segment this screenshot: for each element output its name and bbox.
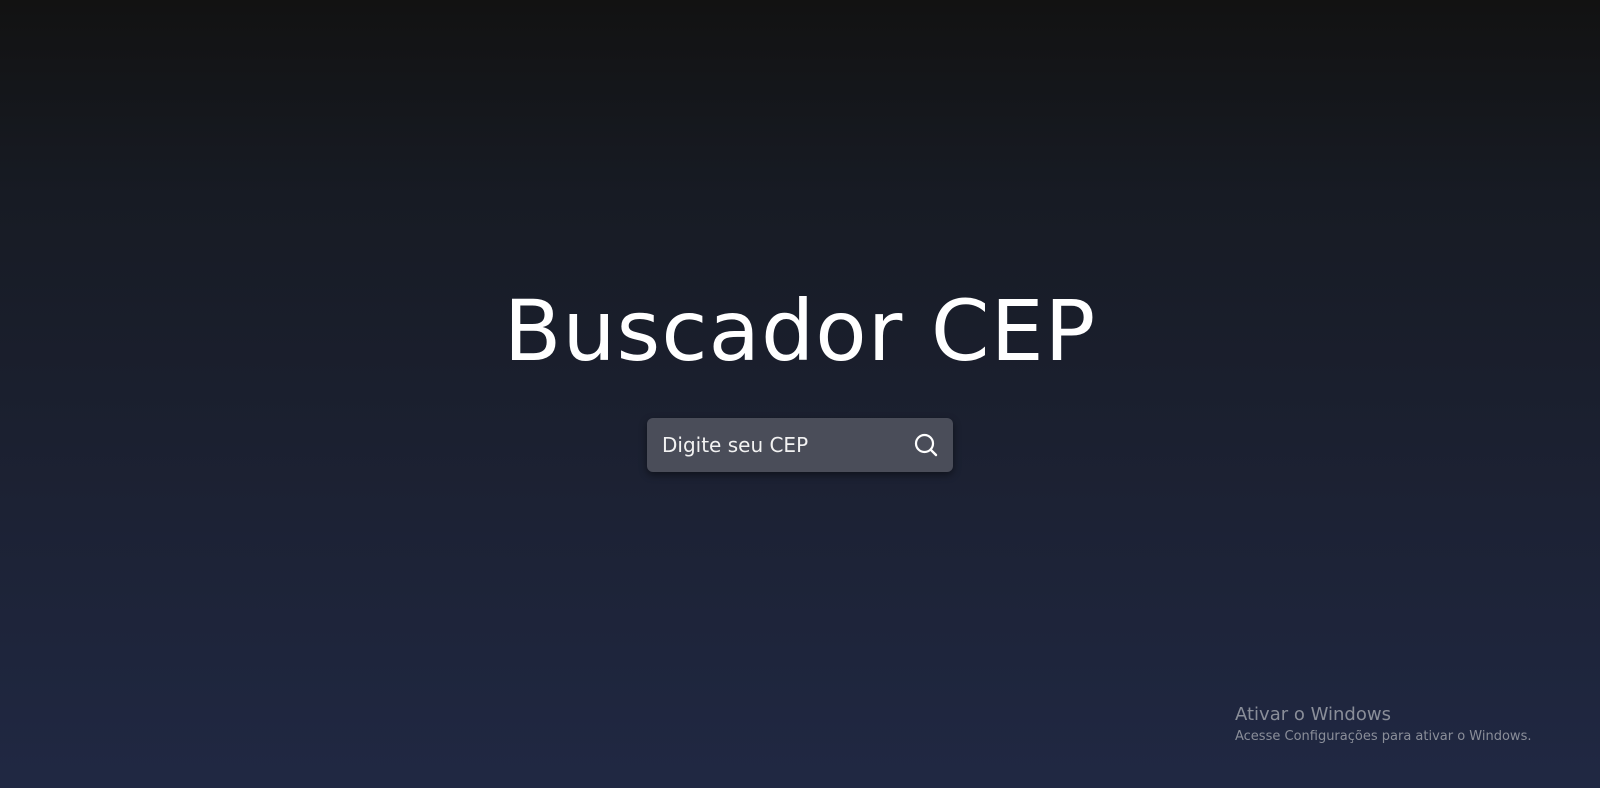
cep-search-input[interactable] [647, 418, 897, 472]
search-icon [911, 430, 941, 460]
windows-activation-watermark: Ativar o Windows Acesse Configurações pa… [1235, 703, 1531, 747]
page-title: Buscador CEP [503, 282, 1097, 380]
watermark-title: Ativar o Windows [1235, 704, 1391, 725]
watermark-subtitle: Acesse Configurações para ativar o Windo… [1235, 729, 1532, 744]
search-button[interactable] [911, 430, 941, 460]
search-box [647, 418, 953, 472]
